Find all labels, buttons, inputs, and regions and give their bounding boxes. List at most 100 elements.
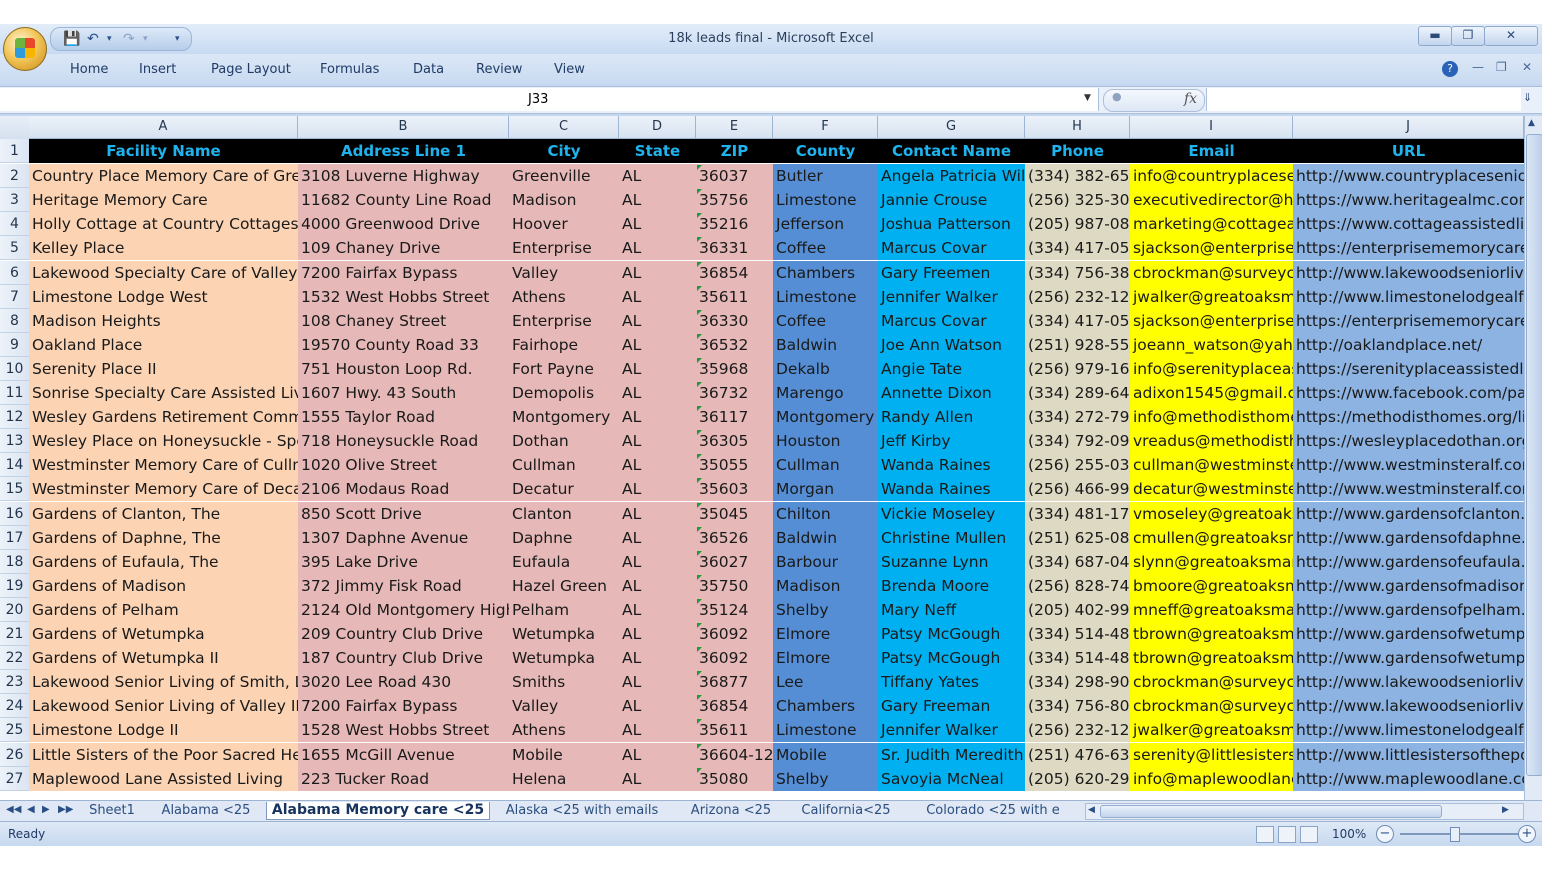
cell-email[interactable]: slynn@greatoaksmanagement (1130, 549, 1293, 574)
cell-url[interactable]: http://www.countryplaceseniorliving (1293, 164, 1524, 189)
header-cell-url[interactable]: URL (1293, 139, 1524, 163)
column-header-e[interactable]: E (696, 116, 773, 139)
cell-facility[interactable]: Oakland Place (29, 332, 298, 357)
cell-city[interactable]: Enterprise (509, 236, 619, 261)
cell-phone[interactable]: (334) 417-0511 (1025, 236, 1130, 261)
cell-phone[interactable]: (334) 756-3891 (1025, 260, 1130, 285)
cell-zip[interactable]: 35611 (696, 718, 773, 743)
cell-state[interactable]: AL (619, 164, 696, 189)
cell-contact[interactable]: Gary Freeman (878, 694, 1025, 719)
column-header-g[interactable]: G (878, 116, 1025, 139)
cell-state[interactable]: AL (619, 573, 696, 598)
cell-city[interactable]: Fort Payne (509, 356, 619, 381)
normal-view-icon[interactable] (1256, 826, 1274, 843)
cell-state[interactable]: AL (619, 429, 696, 454)
cell-email[interactable]: mneff@greatoaksmanagement (1130, 597, 1293, 622)
column-header-i[interactable]: I (1130, 116, 1293, 139)
cell-email[interactable]: cbrockman@surveycc (1130, 260, 1293, 285)
cell-phone[interactable]: (334) 481-1742 (1025, 501, 1130, 526)
cell-phone[interactable]: (256) 232-1213 (1025, 284, 1130, 309)
cell-county[interactable]: Limestone (773, 284, 878, 309)
row-header[interactable]: 9 (0, 332, 30, 357)
cell-contact[interactable]: Gary Freemen (878, 260, 1025, 285)
cell-county[interactable]: Butler (773, 164, 878, 189)
row-header[interactable]: 25 (0, 718, 30, 743)
cell-contact[interactable]: Vickie Moseley (878, 501, 1025, 526)
cell-city[interactable]: Athens (509, 718, 619, 743)
cell-zip[interactable]: 36526 (696, 525, 773, 550)
cell-address[interactable]: 7200 Fairfax Bypass (298, 260, 509, 285)
cell-county[interactable]: Baldwin (773, 525, 878, 550)
cell-address[interactable]: 209 Country Club Drive (298, 622, 509, 646)
cell-state[interactable]: AL (619, 742, 696, 767)
cell-facility[interactable]: Westminster Memory Care of Decatur (29, 477, 298, 502)
cell-url[interactable]: http://www.gardensofeufaula.com (1293, 549, 1524, 574)
cell-contact[interactable]: Brenda Moore (878, 573, 1025, 598)
vertical-scroll-thumb[interactable] (1526, 134, 1542, 776)
horizontal-scrollbar[interactable]: ◀ ▶ (1085, 803, 1524, 820)
cell-url[interactable]: http://www.gardensofwetumpka.com (1293, 622, 1524, 646)
cell-city[interactable]: Wetumpka (509, 646, 619, 671)
cell-url[interactable]: https://methodisthomes.org/li (1293, 405, 1524, 430)
cell-state[interactable]: AL (619, 694, 696, 719)
cell-county[interactable]: Chambers (773, 694, 878, 719)
cell-facility[interactable]: Westminster Memory Care of Cullman (29, 453, 298, 478)
cell-url[interactable]: https://www.cottageassistedliving (1293, 212, 1524, 237)
cell-contact[interactable]: Sr. Judith Meredith (878, 742, 1025, 767)
cell-url[interactable]: http://www.limestonelodgealf (1293, 284, 1524, 309)
cell-url[interactable]: http://www.gardensofdaphne.com (1293, 525, 1524, 550)
cell-address[interactable]: 1607 Hwy. 43 South (298, 381, 509, 405)
row-header[interactable]: 2 (0, 164, 30, 189)
cell-state[interactable]: AL (619, 597, 696, 622)
cell-url[interactable]: http://www.lakewoodseniorliving (1293, 694, 1524, 719)
cell-city[interactable]: Daphne (509, 525, 619, 550)
cell-contact[interactable]: Marcus Covar (878, 236, 1025, 261)
cell-zip[interactable]: 35124 (696, 597, 773, 622)
column-header-j[interactable]: J (1293, 116, 1524, 139)
row-header[interactable]: 26 (0, 742, 30, 767)
cell-zip[interactable]: 36117 (696, 405, 773, 430)
cell-contact[interactable]: Angie Tate (878, 356, 1025, 381)
cell-email[interactable]: cbrockman@surveycc (1130, 694, 1293, 719)
cell-address[interactable]: 718 Honeysuckle Road (298, 429, 509, 454)
cell-county[interactable]: Limestone (773, 188, 878, 213)
row-header[interactable]: 20 (0, 597, 30, 622)
cell-address[interactable]: 187 Country Club Drive (298, 646, 509, 671)
cell-url[interactable]: https://enterprisememorycare (1293, 236, 1524, 261)
cell-url[interactable]: http://www.lakewoodseniorliving (1293, 670, 1524, 695)
formula-input[interactable] (1206, 88, 1521, 111)
cell-county[interactable]: Shelby (773, 766, 878, 791)
page-layout-view-icon[interactable] (1278, 826, 1296, 843)
insert-function-button[interactable]: fx (1184, 91, 1197, 107)
cell-zip[interactable]: 36037 (696, 164, 773, 189)
cell-zip[interactable]: 35216 (696, 212, 773, 237)
workbook-minimize-icon[interactable]: — (1472, 60, 1484, 74)
cell-phone[interactable]: (334) 687-0430 (1025, 549, 1130, 574)
cell-county[interactable]: Coffee (773, 308, 878, 333)
cell-city[interactable]: Smiths (509, 670, 619, 695)
cell-phone[interactable]: (256) 232-1213 (1025, 718, 1130, 743)
cell-url[interactable]: http://www.limestonelodgealf (1293, 718, 1524, 743)
cell-contact[interactable]: Suzanne Lynn (878, 549, 1025, 574)
cell-county[interactable]: Morgan (773, 477, 878, 502)
cell-email[interactable]: decatur@westminsteralf (1130, 477, 1293, 502)
cell-city[interactable]: Athens (509, 284, 619, 309)
cell-email[interactable]: adixon1545@gmail.com (1130, 381, 1293, 405)
cell-phone[interactable]: (205) 620-2905 (1025, 766, 1130, 791)
cell-email[interactable]: jwalker@greatoaksmanagement (1130, 284, 1293, 309)
cell-zip[interactable]: 36877 (696, 670, 773, 695)
cell-state[interactable]: AL (619, 188, 696, 213)
cell-address[interactable]: 108 Chaney Street (298, 308, 509, 333)
cell-contact[interactable]: Jennifer Walker (878, 284, 1025, 309)
cell-county[interactable]: Dekalb (773, 356, 878, 381)
cell-zip[interactable]: 35603 (696, 477, 773, 502)
cell-phone[interactable]: (334) 514-4839 (1025, 646, 1130, 671)
cell-county[interactable]: Jefferson (773, 212, 878, 237)
cell-email[interactable]: tbrown@greatoaksmanagement (1130, 622, 1293, 646)
cell-zip[interactable]: 36604-1290 (696, 742, 793, 767)
cell-county[interactable]: Limestone (773, 718, 878, 743)
row-header[interactable]: 12 (0, 405, 30, 430)
tab-page-layout[interactable]: Page Layout (211, 62, 291, 77)
cell-facility[interactable]: Wesley Gardens Retirement Community (29, 405, 298, 430)
cell-facility[interactable]: Lakewood Specialty Care of Valley (29, 260, 298, 285)
